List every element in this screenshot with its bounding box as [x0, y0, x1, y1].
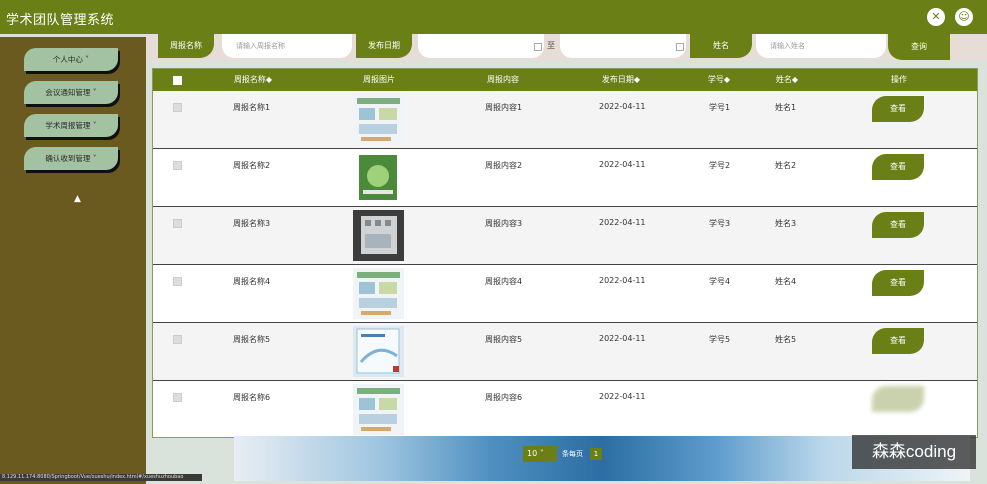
current-page-button[interactable]: 1 — [590, 448, 602, 460]
cell-report-name: 周报名称2 — [233, 161, 271, 170]
cell-publish-date: 2022-04-11 — [599, 218, 646, 227]
cell-report-content: 周报内容2 — [485, 161, 523, 170]
report-name-input[interactable]: 请输入周报名称 — [222, 34, 352, 58]
cell-report-name: 周报名称5 — [233, 335, 271, 344]
row-checkbox[interactable] — [173, 393, 182, 402]
date-end-input[interactable] — [560, 34, 686, 58]
page-size-select[interactable]: 10 ˅ — [523, 446, 557, 462]
table-row: 周报名称6 周报内容6 2022-04-11 — [153, 381, 977, 437]
cell-student-name: 姓名5 — [775, 335, 797, 344]
header-student-no[interactable]: 学号◆ — [699, 69, 739, 91]
page-size-value: 10 — [527, 449, 538, 458]
report-thumbnail — [353, 152, 404, 203]
cell-report-name: 周报名称1 — [233, 103, 271, 112]
student-name-input[interactable]: 请输入姓名 — [756, 34, 886, 58]
top-bar: 学术团队管理系统 ✕ ☺ — [0, 0, 987, 34]
search-button[interactable]: 查询 — [888, 34, 950, 60]
cell-report-content: 周报内容5 — [485, 335, 523, 344]
header-report-name[interactable]: 周报名称◆ — [225, 69, 281, 91]
header-report-content: 周报内容 — [487, 75, 519, 84]
header-report-image: 周报图片 — [363, 75, 395, 84]
report-thumbnail — [353, 94, 404, 145]
header-action: 操作 — [891, 75, 907, 84]
table-row: 周报名称4 周报内容4 2022-04-11 学号4 姓名4 查看 — [153, 265, 977, 323]
view-button[interactable] — [872, 386, 924, 412]
date-range-separator: 至 — [547, 41, 555, 50]
view-button[interactable]: 查看 — [872, 96, 924, 122]
sidebar: 个人中心 ˅ 会议通知管理 ˅ 学术周报管理 ˅ 确认收到管理 ˅ — [0, 34, 146, 484]
cell-student-no: 学号4 — [709, 277, 731, 286]
cell-publish-date: 2022-04-11 — [599, 160, 646, 169]
sidebar-item-personal-center[interactable]: 个人中心 ˅ — [24, 48, 118, 71]
student-name-label: 姓名 — [690, 34, 752, 58]
weekly-report-table: 周报名称◆ 周报图片 周报内容 发布日期◆ 学号◆ 姓名◆ 操作 周报名称1 周… — [152, 68, 978, 438]
cell-student-name: 姓名3 — [775, 219, 797, 228]
cell-student-name: 姓名4 — [775, 277, 797, 286]
cell-report-content: 周报内容6 — [485, 393, 523, 402]
view-button[interactable]: 查看 — [872, 212, 924, 238]
calendar-icon — [534, 43, 542, 51]
cell-report-content: 周报内容3 — [485, 219, 523, 228]
cell-student-no: 学号3 — [709, 219, 731, 228]
search-bar: 周报名称 请输入周报名称 发布日期 至 姓名 请输入姓名 查询 — [146, 34, 987, 61]
report-thumbnail — [353, 384, 404, 435]
sidebar-item-receipt-confirm[interactable]: 确认收到管理 ˅ — [24, 147, 118, 170]
per-page-label: 条每页 — [562, 450, 583, 458]
row-checkbox[interactable] — [173, 161, 182, 170]
date-start-input[interactable] — [418, 34, 544, 58]
header-publish-date[interactable]: 发布日期◆ — [593, 69, 649, 91]
cell-publish-date: 2022-04-11 — [599, 102, 646, 111]
row-checkbox[interactable] — [173, 103, 182, 112]
cell-report-name: 周报名称4 — [233, 277, 271, 286]
select-all-checkbox[interactable] — [173, 76, 182, 85]
watermark: 森森coding — [852, 435, 976, 469]
report-thumbnail — [353, 210, 404, 261]
table-row: 周报名称5 周报内容5 2022-04-11 学号5 姓名5 查看 — [153, 323, 977, 381]
report-thumbnail — [353, 326, 404, 377]
cell-report-content: 周报内容4 — [485, 277, 523, 286]
cell-publish-date: 2022-04-11 — [599, 276, 646, 285]
report-name-label: 周报名称 — [158, 34, 214, 58]
view-button[interactable]: 查看 — [872, 270, 924, 296]
table-row: 周报名称1 周报内容1 2022-04-11 学号1 姓名1 查看 — [153, 91, 977, 149]
table-header: 周报名称◆ 周报图片 周报内容 发布日期◆ 学号◆ 姓名◆ 操作 — [153, 69, 977, 91]
cell-report-name: 周报名称6 — [233, 393, 271, 402]
sidebar-item-weekly-report[interactable]: 学术周报管理 ˅ — [24, 114, 118, 137]
row-checkbox[interactable] — [173, 219, 182, 228]
cell-student-name: 姓名2 — [775, 161, 797, 170]
header-student-name[interactable]: 姓名◆ — [767, 69, 807, 91]
cell-student-no: 学号2 — [709, 161, 731, 170]
user-icon[interactable]: ☺ — [955, 8, 973, 26]
cell-report-content: 周报内容1 — [485, 103, 523, 112]
mouse-cursor-icon: ▲ — [74, 194, 81, 204]
view-button[interactable]: 查看 — [872, 154, 924, 180]
cell-publish-date: 2022-04-11 — [599, 392, 646, 401]
calendar-icon — [676, 43, 684, 51]
row-checkbox[interactable] — [173, 277, 182, 286]
cell-report-name: 周报名称3 — [233, 219, 271, 228]
table-row: 周报名称3 周报内容3 2022-04-11 学号3 姓名3 查看 — [153, 207, 977, 265]
app-title: 学术团队管理系统 — [6, 13, 115, 28]
close-icon[interactable]: ✕ — [927, 8, 945, 26]
cell-student-no: 学号5 — [709, 335, 731, 344]
sidebar-item-meeting-notice[interactable]: 会议通知管理 ˅ — [24, 81, 118, 104]
table-row: 周报名称2 周报内容2 2022-04-11 学号2 姓名2 查看 — [153, 149, 977, 207]
view-button[interactable]: 查看 — [872, 328, 924, 354]
report-thumbnail — [353, 268, 404, 319]
cell-student-name: 姓名1 — [775, 103, 797, 112]
cell-student-no: 学号1 — [709, 103, 731, 112]
status-bar-url: 8.129.11.174:8080/Springboot/Vue/xueshu/… — [0, 474, 202, 481]
cell-publish-date: 2022-04-11 — [599, 334, 646, 343]
row-checkbox[interactable] — [173, 335, 182, 344]
publish-date-label: 发布日期 — [356, 34, 412, 58]
